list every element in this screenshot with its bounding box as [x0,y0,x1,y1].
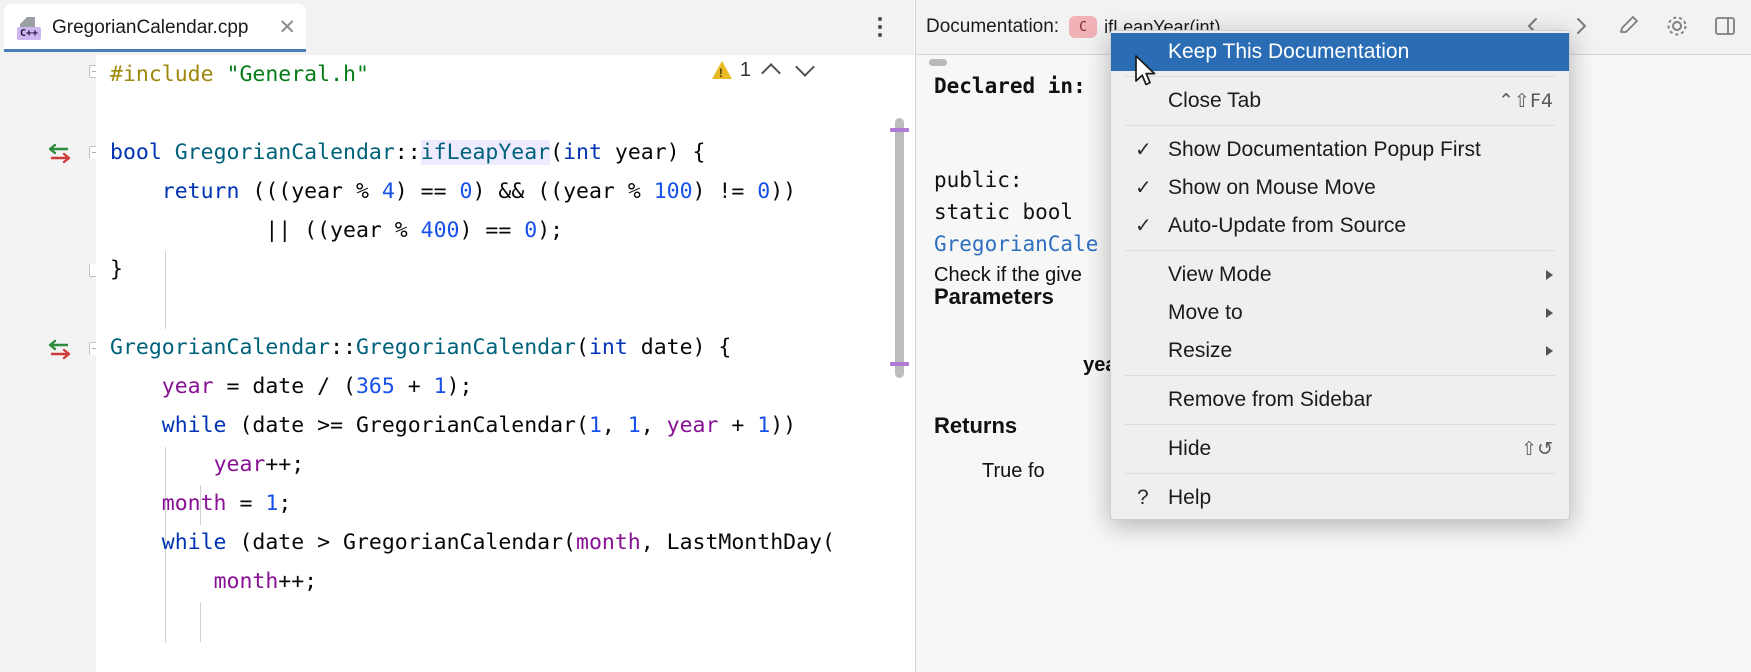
check-icon: ✓ [1135,178,1152,198]
cpp-badge-label: C++ [17,27,41,40]
menu-separator [1125,424,1555,425]
menu-item-label: Remove from Sidebar [1168,388,1372,412]
check-icon: ✓ [1135,140,1152,160]
documentation-context-menu[interactable]: Keep This Documentation Close Tab ⌃⇧F4 ✓ Sho… [1110,30,1570,520]
menu-separator [1125,76,1555,77]
menu-item-resize[interactable]: Resize [1111,332,1569,370]
returns-description: True fo [982,460,1045,483]
menu-item-hide[interactable]: Hide ⇧↺ [1111,430,1569,468]
class-badge-icon: C [1069,16,1097,38]
panel-close-icon[interactable] [1712,13,1738,39]
override-marker-icon[interactable] [46,138,76,168]
cpp-file-icon: C++ [16,15,42,41]
menu-item-shortcut: ⇧↺ [1521,438,1553,460]
indent-guide [165,251,166,329]
more-options-icon[interactable] [870,14,890,40]
parameters-heading: Parameters [934,284,1054,310]
check-icon: ✓ [1135,216,1152,236]
access-specifier: public: [934,168,1023,192]
chevron-right-icon [1546,346,1553,356]
next-problem-icon[interactable] [793,57,819,83]
menu-item-close-tab[interactable]: Close Tab ⌃⇧F4 [1111,82,1569,120]
menu-item-label: View Mode [1168,263,1272,287]
menu-item-label: Hide [1168,437,1211,461]
signature-line: static bool [934,200,1073,224]
settings-gear-icon[interactable] [1664,13,1690,39]
editor-tab-bar: C++ GregorianCalendar.cpp ✕ [0,0,914,56]
menu-item-label: Keep This Documentation [1168,40,1409,64]
menu-separator [1125,375,1555,376]
menu-item-label: Show on Mouse Move [1168,176,1376,200]
signature-class-link[interactable]: GregorianCale [934,232,1098,256]
menu-item-keep-this-documentation[interactable]: Keep This Documentation [1111,33,1569,71]
editor-pane: C++ GregorianCalendar.cpp ✕ 2 3 4 5 6 7 … [0,0,914,672]
editor-tab-title: GregorianCalendar.cpp [52,17,248,39]
menu-item-label: Close Tab [1168,89,1261,113]
previous-problem-icon[interactable] [759,57,785,83]
menu-item-auto-update-from-source[interactable]: ✓ Auto-Update from Source [1111,207,1569,245]
help-icon: ? [1137,486,1149,510]
documentation-scrollbar[interactable] [929,59,947,66]
menu-separator [1125,473,1555,474]
marker-stripe[interactable] [890,128,909,132]
warning-icon [712,61,732,79]
menu-item-show-on-mouse-move[interactable]: ✓ Show on Mouse Move [1111,169,1569,207]
menu-item-label: Auto-Update from Source [1168,214,1406,238]
editor-tab-gregoriancalendar-cpp[interactable]: C++ GregorianCalendar.cpp ✕ [4,4,306,51]
override-marker-icon[interactable] [46,334,76,364]
warning-count: 1 [740,59,751,82]
menu-item-help[interactable]: ? Help [1111,479,1569,517]
code-text-area[interactable]: #include "General.h" bool GregorianCalen… [96,55,914,672]
declared-in-label: Declared in: [934,74,1086,98]
inspection-widget[interactable]: 1 [712,57,819,83]
forward-icon[interactable] [1568,13,1594,39]
menu-item-view-mode[interactable]: View Mode [1111,256,1569,294]
marker-stripe[interactable] [890,362,909,366]
chevron-right-icon [1546,308,1553,318]
close-icon[interactable]: ✕ [264,17,296,38]
menu-separator [1125,125,1555,126]
menu-item-label: Help [1168,486,1211,510]
returns-heading: Returns [934,413,1017,439]
menu-separator [1125,250,1555,251]
indent-guide [200,602,201,642]
menu-item-label: Resize [1168,339,1232,363]
documentation-title: Documentation: [926,16,1059,38]
editor-vertical-scrollbar[interactable] [895,118,904,378]
menu-item-label: Show Documentation Popup First [1168,138,1481,162]
edit-source-icon[interactable] [1616,13,1642,39]
menu-item-shortcut: ⌃⇧F4 [1498,90,1553,112]
menu-item-show-documentation-popup-first[interactable]: ✓ Show Documentation Popup First [1111,131,1569,169]
chevron-right-icon [1546,270,1553,280]
menu-item-label: Move to [1168,301,1243,325]
menu-item-remove-from-sidebar[interactable]: Remove from Sidebar [1111,381,1569,419]
menu-item-move-to[interactable]: Move to [1111,294,1569,332]
